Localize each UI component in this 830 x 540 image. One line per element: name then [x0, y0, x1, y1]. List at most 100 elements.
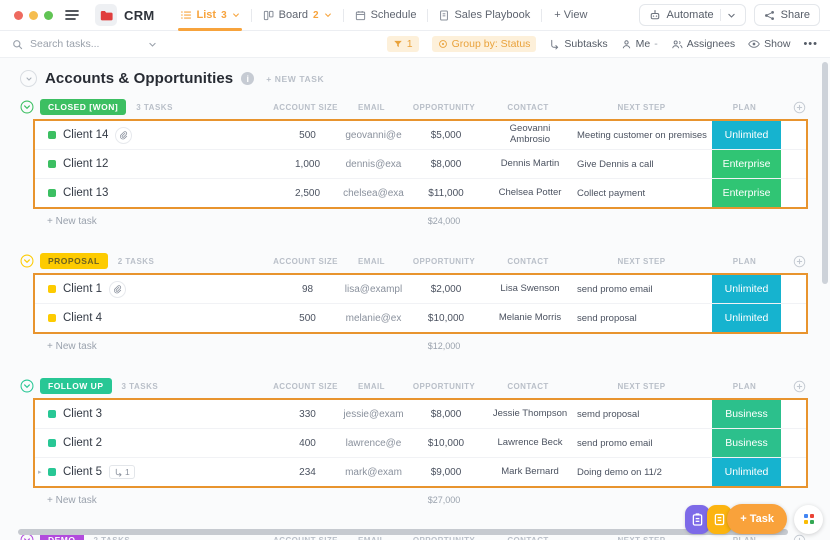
- contact-cell[interactable]: Lawrence Beck: [485, 438, 575, 449]
- horizontal-scrollbar[interactable]: [18, 529, 788, 535]
- email-cell[interactable]: mark@exam: [340, 467, 407, 478]
- assignees-button[interactable]: Assignees: [671, 38, 735, 50]
- search-chevron-icon[interactable]: [148, 40, 157, 49]
- column-header[interactable]: NEXT STEP: [573, 103, 710, 112]
- column-header[interactable]: EMAIL: [338, 103, 405, 112]
- next-step-cell[interactable]: Meeting customer on premises: [575, 130, 712, 141]
- contact-cell[interactable]: Chelsea Potter: [485, 188, 575, 199]
- add-column-icon[interactable]: [779, 380, 808, 393]
- table-row[interactable]: Client 2 400 lawrence@e $10,000 Lawrence Bec…: [35, 428, 806, 457]
- more-options-button[interactable]: •••: [803, 38, 818, 50]
- collapse-group-icon[interactable]: [20, 254, 34, 268]
- task-name[interactable]: Client 1: [63, 283, 102, 295]
- account-size-cell[interactable]: 234: [275, 467, 340, 478]
- column-header[interactable]: PLAN: [710, 257, 779, 266]
- add-view-button[interactable]: + View: [542, 0, 599, 30]
- subtask-count-badge[interactable]: 1: [109, 465, 135, 479]
- opportunity-cell[interactable]: $5,000: [407, 130, 485, 141]
- account-size-cell[interactable]: 98: [275, 284, 340, 295]
- account-size-cell[interactable]: 400: [275, 438, 340, 449]
- contact-cell[interactable]: Lisa Swenson: [485, 284, 575, 295]
- opportunity-cell[interactable]: $9,000: [407, 467, 485, 478]
- collapse-group-icon[interactable]: [20, 100, 34, 114]
- task-name[interactable]: Client 13: [63, 187, 108, 199]
- collapse-group-icon[interactable]: [20, 379, 34, 393]
- next-step-cell[interactable]: Give Dennis a call: [575, 159, 712, 170]
- contact-cell[interactable]: Dennis Martin: [485, 159, 575, 170]
- info-icon[interactable]: i: [241, 72, 255, 85]
- contact-cell[interactable]: Mark Bernard: [485, 467, 575, 478]
- email-cell[interactable]: geovanni@e: [340, 130, 407, 141]
- column-header[interactable]: EMAIL: [338, 536, 405, 540]
- plan-badge[interactable]: Business: [712, 429, 781, 457]
- table-row[interactable]: ▸ Client 5 1 234 mark@exam $9,000 Mark Bernard…: [35, 457, 806, 486]
- email-cell[interactable]: dennis@exa: [340, 159, 407, 170]
- task-name[interactable]: Client 12: [63, 158, 108, 170]
- opportunity-cell[interactable]: $8,000: [407, 159, 485, 170]
- app-launcher-button[interactable]: [794, 504, 823, 534]
- add-column-icon[interactable]: [779, 255, 808, 268]
- paperclip-icon[interactable]: [115, 126, 133, 144]
- column-header[interactable]: PLAN: [710, 382, 779, 391]
- close-window-icon[interactable]: [14, 10, 23, 20]
- table-row[interactable]: Client 4 500 melanie@ex $10,000 Melanie Morr…: [35, 303, 806, 332]
- new-task-button[interactable]: + NEW TASK: [266, 74, 324, 84]
- next-step-cell[interactable]: send promo email: [575, 284, 712, 295]
- contact-cell[interactable]: Melanie Morris: [485, 313, 575, 324]
- share-button[interactable]: Share: [753, 4, 820, 26]
- status-square-icon[interactable]: [48, 410, 56, 418]
- add-task-row-button[interactable]: + New task: [33, 216, 273, 227]
- column-header[interactable]: PLAN: [710, 103, 779, 112]
- task-name[interactable]: Client 3: [63, 408, 102, 420]
- next-step-cell[interactable]: send promo email: [575, 438, 712, 449]
- status-square-icon[interactable]: [48, 160, 56, 168]
- status-badge[interactable]: CLOSED [WON]: [40, 99, 127, 115]
- tab-schedule[interactable]: Schedule: [344, 0, 428, 30]
- column-header[interactable]: CONTACT: [483, 536, 573, 540]
- column-header[interactable]: CONTACT: [483, 257, 573, 266]
- task-name[interactable]: Client 2: [63, 437, 102, 449]
- opportunity-cell[interactable]: $10,000: [407, 438, 485, 449]
- email-cell[interactable]: lawrence@e: [340, 438, 407, 449]
- tab-sales-playbook[interactable]: Sales Playbook: [428, 0, 541, 30]
- opportunity-cell[interactable]: $8,000: [407, 409, 485, 420]
- email-cell[interactable]: lisa@exampl: [340, 284, 407, 295]
- column-header[interactable]: ACCOUNT SIZE: [273, 257, 338, 266]
- vertical-scrollbar[interactable]: [822, 62, 828, 284]
- group-by-button[interactable]: Group by: Status: [431, 36, 537, 52]
- plan-badge[interactable]: Unlimited: [712, 121, 781, 149]
- add-task-button[interactable]: + Task: [727, 504, 787, 534]
- column-header[interactable]: EMAIL: [338, 382, 405, 391]
- collapse-list-icon[interactable]: [20, 70, 37, 87]
- next-step-cell[interactable]: semd proposal: [575, 409, 712, 420]
- column-header[interactable]: OPPORTUNITY: [405, 103, 483, 112]
- crm-folder-icon[interactable]: [95, 4, 117, 26]
- email-cell[interactable]: chelsea@exa: [340, 188, 407, 199]
- paperclip-icon[interactable]: [109, 280, 126, 298]
- contact-cell[interactable]: Geovanni Ambrosio: [485, 124, 575, 146]
- expand-caret-icon[interactable]: ▸: [38, 468, 42, 476]
- me-filter-button[interactable]: Me: [621, 38, 650, 50]
- tab-board[interactable]: Board 2: [252, 0, 343, 30]
- account-size-cell[interactable]: 330: [275, 409, 340, 420]
- column-header[interactable]: ACCOUNT SIZE: [273, 536, 338, 540]
- plan-badge[interactable]: Unlimited: [712, 275, 781, 303]
- email-cell[interactable]: melanie@ex: [340, 313, 407, 324]
- account-size-cell[interactable]: 2,500: [275, 188, 340, 199]
- plan-badge[interactable]: Enterprise: [712, 179, 781, 207]
- plan-badge[interactable]: Unlimited: [712, 458, 781, 486]
- plan-badge[interactable]: Unlimited: [712, 304, 781, 332]
- subtasks-button[interactable]: Subtasks: [549, 38, 608, 50]
- email-cell[interactable]: jessie@exam: [340, 409, 407, 420]
- column-header[interactable]: NEXT STEP: [573, 382, 710, 391]
- maximize-window-icon[interactable]: [44, 10, 53, 20]
- table-row[interactable]: Client 3 330 jessie@exam $8,000 Jessie Thomp…: [35, 400, 806, 428]
- contact-cell[interactable]: Jessie Thompson: [485, 409, 575, 420]
- automate-button[interactable]: Automate: [638, 4, 746, 26]
- column-header[interactable]: NEXT STEP: [573, 257, 710, 266]
- status-badge[interactable]: FOLLOW UP: [40, 378, 112, 394]
- column-header[interactable]: OPPORTUNITY: [405, 257, 483, 266]
- column-header[interactable]: NEXT STEP: [573, 536, 710, 540]
- column-header[interactable]: CONTACT: [483, 103, 573, 112]
- column-header[interactable]: PLAN: [710, 536, 779, 540]
